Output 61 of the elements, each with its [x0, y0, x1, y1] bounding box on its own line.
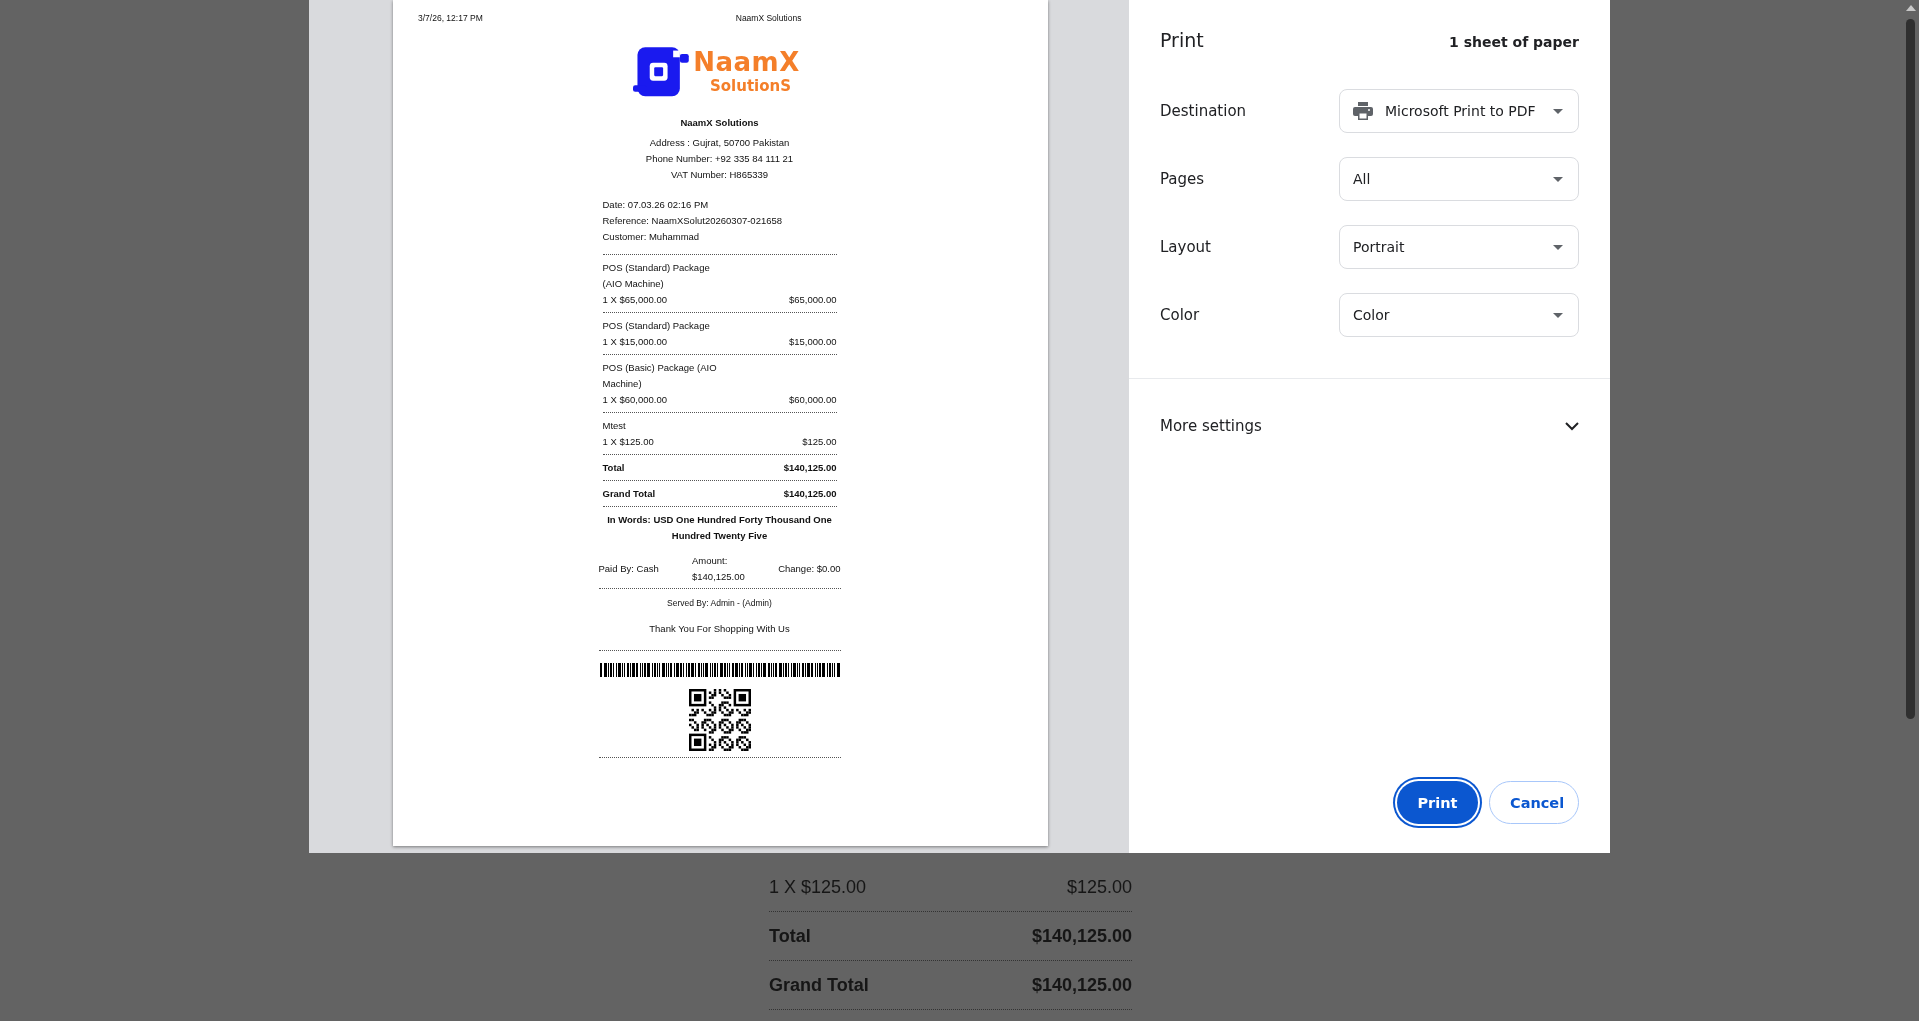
logo-wordmark: NaamX — [693, 47, 800, 77]
thank-you-text: Thank You For Shopping With Us — [598, 621, 841, 651]
setting-label: Color — [1160, 306, 1200, 324]
item-name: Mtest — [602, 419, 627, 433]
dropdown-select[interactable]: Color — [1339, 293, 1579, 337]
total-value: $140,125.00 — [783, 461, 837, 475]
total-label: Grand Total — [602, 487, 656, 501]
scrollbar-thumb[interactable] — [1906, 19, 1915, 719]
amount-label: Amount: — [692, 554, 729, 568]
item-amount: $65,000.00 — [788, 293, 837, 307]
setting-label: Destination — [1160, 102, 1247, 120]
receipt-meta-line: Customer: Muhammad — [602, 230, 701, 244]
qr-code-drawing — [688, 689, 751, 751]
dropdown-select[interactable]: Portrait — [1339, 225, 1579, 269]
caret-icon — [1553, 312, 1563, 318]
item-quantity-price: 1 X $65,000.00 — [602, 293, 667, 307]
item-amount: $60,000.00 — [788, 393, 837, 407]
item-quantity-price: 1 X $125.00 — [602, 435, 654, 449]
logo-tagline: SolutionS — [710, 77, 791, 95]
scroll-up-icon[interactable] — [1905, 5, 1916, 11]
total-value: $140,125.00 — [1031, 974, 1132, 997]
item-name: POS (Standard) Package — [602, 319, 711, 333]
paid-by-text: Paid By: Cash — [598, 562, 659, 576]
chevron-icon — [1565, 421, 1579, 431]
item-amount: $125.00 — [1066, 876, 1132, 899]
more-settings-toggle[interactable]: More settings — [1160, 417, 1579, 435]
sheet-count: 1 sheet of paper — [1449, 34, 1579, 50]
company-info-line: Phone Number: +92 335 84 111 21 — [644, 152, 795, 166]
cancel-button[interactable]: Cancel — [1489, 781, 1579, 824]
total-label: Total — [769, 925, 811, 948]
total-label: Grand Total — [769, 974, 869, 997]
caret-icon — [1553, 176, 1563, 182]
amount-value: $140,125.00 — [692, 570, 745, 584]
item-quantity-price: 1 X $60,000.00 — [602, 393, 667, 407]
change-text: Change: $0.00 — [778, 562, 841, 576]
dropdown-select[interactable]: All — [1339, 157, 1579, 201]
page-header-title: NaamX Solutions — [735, 13, 802, 23]
page-header-date: 3/7/26, 12:17 PM — [418, 13, 483, 23]
company-info-line: VAT Number: H865339 — [669, 168, 770, 182]
item-amount: $15,000.00 — [788, 335, 837, 349]
printer-icon — [1353, 102, 1373, 120]
total-label: Total — [602, 461, 625, 475]
item-amount: $125.00 — [802, 435, 837, 449]
dropdown-select[interactable]: Microsoft Print to PDF — [1339, 89, 1579, 133]
company-info-line: Address : Gujrat, 50700 Pakistan — [648, 136, 791, 150]
caret-icon — [1553, 244, 1563, 250]
setting-label: Pages — [1160, 170, 1205, 188]
receipt-meta-line: Date: 07.03.26 02:16 PM — [602, 198, 710, 212]
item-quantity-price: 1 X $15,000.00 — [602, 335, 667, 349]
item-name: POS (Standard) Package (AIO Machine) — [602, 261, 711, 291]
setting-label: Layout — [1160, 238, 1211, 256]
total-value: $140,125.00 — [1031, 925, 1132, 948]
caret-icon — [1553, 108, 1563, 114]
dialog-title: Print — [1160, 29, 1204, 51]
total-value: $140,125.00 — [783, 487, 837, 501]
company-name: NaamX Solutions — [679, 116, 760, 130]
served-by-text: Served By: Admin - (Admin) — [666, 597, 773, 610]
amount-in-words: In Words: USD One Hundred Forty Thousand One Hundred Twenty Five — [606, 513, 833, 543]
receipt-meta-line: Reference: NaamXSolut20260307-021658 — [602, 214, 784, 228]
item-name: POS (Basic) Package (AIO Machine) — [602, 361, 718, 391]
item-quantity-price: 1 X $125.00 — [769, 876, 867, 899]
